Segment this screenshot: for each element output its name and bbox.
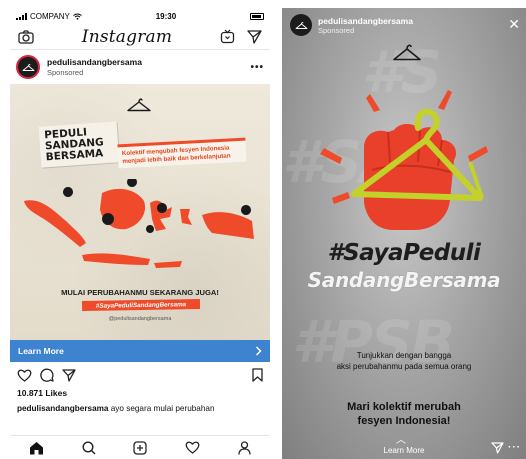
avatar[interactable] xyxy=(16,55,40,79)
instagram-story-mockup: #S #SA #PSB pedulisandangbersama Sponsor… xyxy=(282,8,526,459)
post-caption: pedulisandangbersama ayo segara mulai pe… xyxy=(10,398,270,413)
bottom-tab-bar xyxy=(10,435,270,459)
avatar[interactable] xyxy=(290,14,312,36)
igtv-icon[interactable] xyxy=(220,29,235,44)
search-icon[interactable] xyxy=(82,440,96,455)
hashtag-line: SandangBersama xyxy=(307,268,501,292)
battery-icon xyxy=(249,12,264,20)
app-header: Instagram xyxy=(10,24,270,50)
caption-username[interactable]: pedulisandangbersama xyxy=(17,404,108,413)
handle-text: @pedulisandangbersama xyxy=(108,316,172,322)
post-author: pedulisandangbersama Sponsored xyxy=(47,57,250,77)
comment-icon[interactable] xyxy=(40,368,54,382)
instagram-feed-mockup: COMPANY 19:30 Instagram pedulisandangber… xyxy=(10,8,270,459)
story-headline: Mari kolektif merubah fesyen Indonesia! xyxy=(282,400,526,428)
indonesia-map-illustration xyxy=(24,179,254,268)
learn-more-button[interactable]: Learn More xyxy=(10,340,270,362)
signal-icon xyxy=(16,12,27,20)
more-options-icon[interactable]: ··· xyxy=(508,442,521,453)
send-icon[interactable] xyxy=(491,442,504,454)
hanger-icon xyxy=(22,63,34,71)
learn-more-label: Learn More xyxy=(18,346,64,356)
heart-icon[interactable] xyxy=(17,369,32,382)
bookmark-icon[interactable] xyxy=(252,368,263,382)
post-username[interactable]: pedulisandangbersama xyxy=(47,57,250,67)
more-options-icon[interactable]: ••• xyxy=(250,62,264,73)
brand-title: PEDULI SANDANG BERSAMA xyxy=(38,121,120,168)
sponsored-label: Sponsored xyxy=(47,68,84,77)
profile-icon[interactable] xyxy=(238,440,251,455)
headline-line: Mari kolektif merubah xyxy=(347,401,461,413)
caption-text: ayo segara mulai perubahan xyxy=(108,404,215,413)
hashtag-line: #SayaPeduli xyxy=(327,240,481,266)
sponsored-label: Sponsored xyxy=(318,25,355,35)
story-author: pedulisandangbersama Sponsored xyxy=(318,16,413,35)
chevron-right-icon xyxy=(255,346,262,356)
hanger-icon xyxy=(127,98,151,112)
cta-text: MULAI PERUBAHANMU SEKARANG JUGA! xyxy=(61,288,219,297)
post-actions-left xyxy=(17,368,76,382)
hashtag-strip: #SayaPeduliSandangBersama xyxy=(81,298,201,312)
story-username[interactable]: pedulisandangbersama xyxy=(318,16,413,26)
title-line: BERSAMA xyxy=(45,147,104,164)
share-icon[interactable] xyxy=(62,368,76,382)
headline-line: fesyen Indonesia! xyxy=(357,415,451,427)
home-icon[interactable] xyxy=(29,441,44,455)
story-header: pedulisandangbersama Sponsored xyxy=(290,14,413,36)
add-icon[interactable] xyxy=(133,440,148,455)
camera-icon[interactable] xyxy=(18,29,34,44)
close-icon[interactable]: ✕ xyxy=(508,16,520,33)
carrier-label: COMPANY xyxy=(30,11,70,21)
status-left: COMPANY xyxy=(16,12,82,21)
post-header: pedulisandangbersama Sponsored ••• xyxy=(10,50,270,84)
activity-icon[interactable] xyxy=(185,441,200,454)
post-image[interactable]: PEDULI SANDANG BERSAMA Kolektif mengubah… xyxy=(10,84,270,340)
chevron-up-icon[interactable]: ︿ xyxy=(396,431,406,446)
header-actions xyxy=(220,29,262,44)
raised-fist-illustration xyxy=(320,90,488,230)
instagram-logo: Instagram xyxy=(81,26,173,47)
send-icon[interactable] xyxy=(247,29,262,44)
subtitle-line: Tunjukkan dengan bangga xyxy=(356,351,452,360)
subtitle-line: aksi perubahanmu pada semua orang xyxy=(336,362,472,371)
post-actions xyxy=(10,362,270,388)
hashtag-text: #SayaPeduliSandangBersama xyxy=(95,300,187,310)
wifi-icon xyxy=(73,13,82,20)
clock: 19:30 xyxy=(155,11,177,21)
learn-more-button[interactable]: Learn More xyxy=(282,446,526,455)
likes-count[interactable]: 10.871 Likes xyxy=(10,388,270,398)
status-bar: COMPANY 19:30 xyxy=(10,8,270,24)
story-subtitle: Tunjukkan dengan bangga aksi perubahanmu… xyxy=(282,350,526,372)
hanger-icon xyxy=(393,44,421,61)
hanger-icon xyxy=(295,21,307,29)
